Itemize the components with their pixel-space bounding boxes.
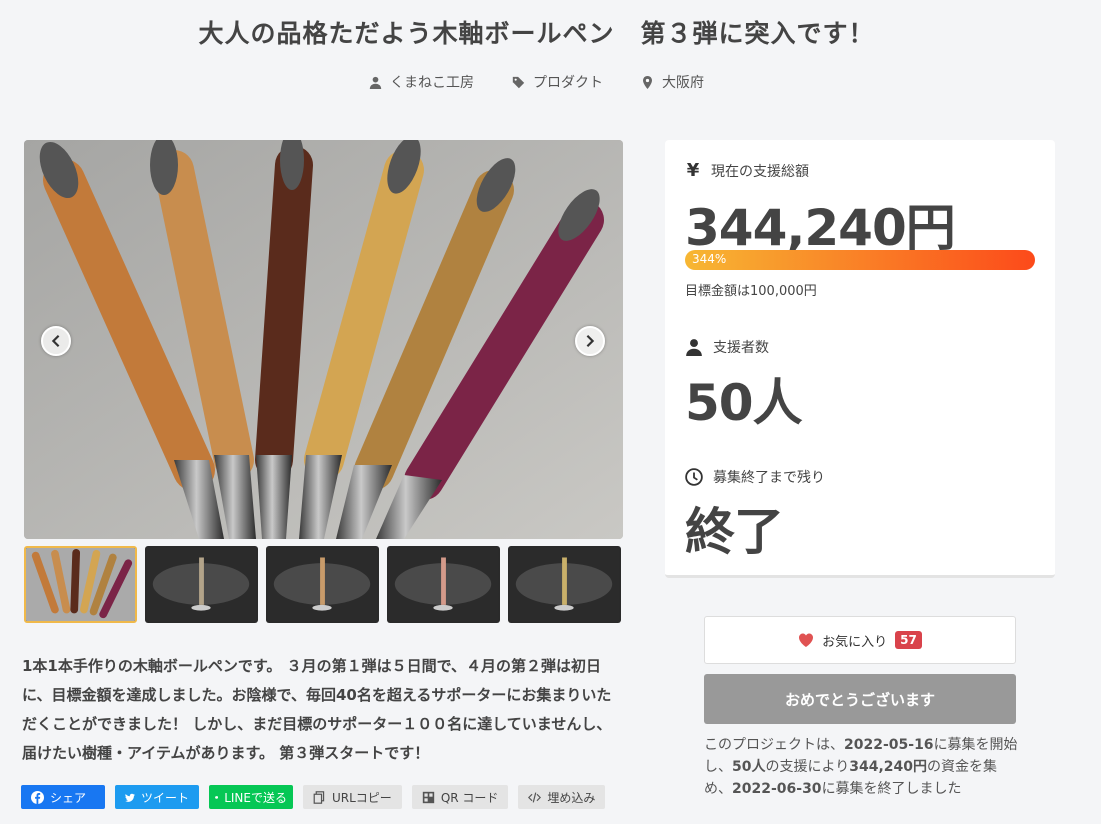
- line-icon: [215, 795, 219, 799]
- copy-url-label: URLコピー: [332, 790, 392, 805]
- facebook-share-button[interactable]: シェア: [21, 785, 105, 809]
- embed-label: 埋め込み: [547, 790, 596, 805]
- supporters-count: 50人: [685, 374, 803, 432]
- thumbnail-strip: [24, 546, 621, 623]
- line-share-label: LINEで送る: [224, 790, 287, 805]
- heart-icon: [799, 633, 814, 647]
- qr-code-button[interactable]: QR コード: [411, 785, 509, 809]
- thumbnail-image: [26, 548, 135, 621]
- progress-percent: 344%: [692, 252, 727, 266]
- chevron-left-icon: [51, 334, 60, 348]
- summary-text: の支援により: [765, 759, 850, 775]
- owner-link[interactable]: くまねこ工房: [369, 72, 474, 92]
- summary-end-date: 2022-06-30: [732, 781, 822, 797]
- summary-amount: 344,240円: [849, 759, 927, 775]
- page-title: 大人の品格ただよう木軸ボールペン 第３弾に突入です！: [198, 19, 875, 48]
- thumbnail[interactable]: [508, 546, 621, 623]
- tag-icon: [512, 76, 525, 88]
- location-link[interactable]: 大阪府: [641, 72, 704, 92]
- favorite-label: お気に入り: [822, 634, 888, 650]
- line-share-button[interactable]: LINEで送る: [209, 785, 293, 809]
- qr-code-icon: [422, 791, 434, 803]
- twitter-share-label: ツイート: [140, 790, 189, 805]
- progress-bar: 344%: [685, 250, 1035, 270]
- project-description: 1本1本手作りの木軸ボールペンです。 ３月の第１弾は５日間で、４月の第２弾は初日…: [22, 657, 612, 762]
- copy-url-button[interactable]: URLコピー: [303, 785, 402, 809]
- goal-amount: 目標金額は100,000円: [685, 284, 817, 299]
- summary-text: このプロジェクトは、: [704, 737, 844, 753]
- owner-name: くまねこ工房: [390, 75, 474, 91]
- total-label: ¥ 現在の支援総額: [685, 160, 809, 181]
- twitter-icon: [125, 793, 135, 802]
- share-bar: シェア ツイート LINEで送る URLコピー QR コード 埋め込み: [21, 785, 606, 809]
- yen-icon: ¥: [686, 160, 700, 181]
- copy-icon: [313, 790, 325, 804]
- remaining-label-text: 募集終了まで残り: [713, 470, 825, 486]
- project-summary: このプロジェクトは、2022-05-16に募集を開始し、50人の支援により344…: [704, 734, 1024, 800]
- prev-image-button[interactable]: [41, 326, 71, 356]
- favorite-count-badge: 57: [895, 631, 922, 649]
- remaining-label: 募集終了まで残り: [685, 467, 825, 487]
- embed-button[interactable]: 埋め込み: [518, 785, 606, 809]
- project-meta: くまねこ工房 プロダクト 大阪府: [0, 72, 1073, 92]
- thumbnail-image: [268, 548, 377, 621]
- category-link[interactable]: プロダクト: [512, 72, 603, 92]
- total-label-text: 現在の支援総額: [711, 163, 809, 180]
- thumbnail[interactable]: [266, 546, 379, 623]
- favorite-button[interactable]: お気に入り 57: [704, 616, 1016, 664]
- chevron-right-icon: [586, 334, 595, 348]
- thumbnail[interactable]: [24, 546, 137, 623]
- remaining-value: 終了: [685, 503, 784, 561]
- qr-code-label: QR コード: [440, 790, 499, 805]
- summary-start-date: 2022-05-16: [844, 737, 934, 753]
- map-pin-icon: [643, 75, 652, 89]
- thumbnail[interactable]: [145, 546, 258, 623]
- twitter-share-button[interactable]: ツイート: [115, 785, 199, 809]
- funding-stats-panel: ¥ 現在の支援総額 344,240円 344% 目標金額は100,000円 支援…: [665, 140, 1055, 578]
- facebook-share-label: シェア: [50, 790, 87, 805]
- thumbnail-image: [147, 548, 256, 621]
- category-name: プロダクト: [533, 75, 603, 91]
- user-icon: [686, 339, 702, 356]
- congrats-button[interactable]: おめでとうございます: [704, 674, 1016, 724]
- main-image[interactable]: [24, 140, 623, 539]
- thumbnail[interactable]: [387, 546, 500, 623]
- clock-icon: [685, 468, 703, 486]
- supporters-label-text: 支援者数: [713, 340, 769, 356]
- summary-text: に募集を終了しました: [821, 781, 962, 797]
- user-icon: [369, 76, 382, 89]
- facebook-icon: [31, 790, 44, 804]
- next-image-button[interactable]: [575, 326, 605, 356]
- pens-photo: [24, 140, 623, 539]
- thumbnail-image: [389, 548, 498, 621]
- supporters-label: 支援者数: [685, 337, 769, 357]
- code-icon: [528, 791, 542, 803]
- location-name: 大阪府: [662, 75, 704, 91]
- summary-supporters: 50人: [732, 759, 766, 775]
- thumbnail-image: [510, 548, 619, 621]
